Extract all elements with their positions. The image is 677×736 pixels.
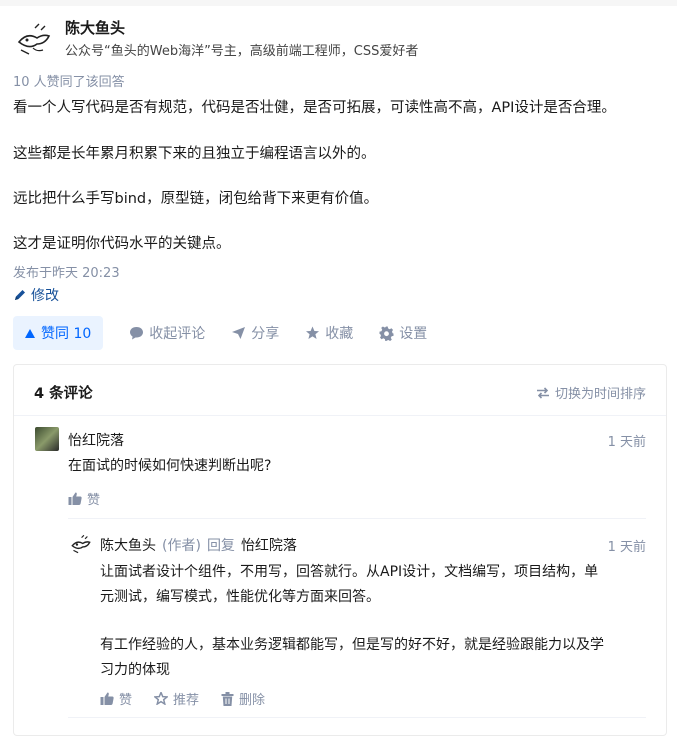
- star-icon: [305, 326, 320, 340]
- comment-author[interactable]: 怡红院落: [68, 430, 124, 450]
- comments-header: 4 条评论 切换为时间排序: [14, 365, 666, 416]
- reply-time: 1 天前: [607, 540, 646, 555]
- sort-toggle-button[interactable]: 切换为时间排序: [536, 383, 646, 402]
- answer-paragraph: 这些都是长年累月积累下来的且独立于编程语言以外的。: [13, 146, 376, 162]
- comment-divider: [68, 717, 646, 718]
- collapse-comments-button[interactable]: 收起评论: [129, 323, 205, 343]
- delete-button[interactable]: 删除: [221, 689, 265, 708]
- thumbs-up-icon: [100, 692, 114, 705]
- answer-paragraph: 这才是证明你代码水平的关键点。: [13, 236, 231, 252]
- answer-paragraph: 远比把什么手写bind，原型链，闭包给背下来更有价值。: [13, 191, 379, 207]
- recommend-label: 推荐: [173, 693, 200, 708]
- delete-label: 删除: [239, 693, 266, 708]
- reply-text-line: 有工作经验的人，基本业务逻辑都能写，但是写的好不好，就是经验跟能力以及学: [100, 637, 604, 653]
- paper-plane-icon: [231, 326, 246, 340]
- reply-actions: 赞 推荐 删除: [100, 689, 265, 708]
- sort-label: 切换为时间排序: [554, 387, 646, 402]
- reply-text-line: 习力的体现: [100, 662, 170, 678]
- comment-bubble-icon: [129, 326, 144, 340]
- publish-time[interactable]: 发布于昨天 20:23: [13, 262, 120, 281]
- settings-label: 设置: [399, 326, 428, 342]
- author-bio: 公众号“鱼头的Web海洋”号主，高级前端工程师，CSS爱好者: [65, 44, 419, 59]
- author-name[interactable]: 陈大鱼头: [65, 17, 125, 38]
- share-button[interactable]: 分享: [231, 323, 279, 343]
- pencil-icon: [13, 288, 27, 302]
- action-bar: 赞同 10 收起评论 分享 收藏 设置: [13, 316, 427, 350]
- reply-author[interactable]: 陈大鱼头: [100, 535, 156, 555]
- comments-panel: 4 条评论 切换为时间排序 怡红院落 1 天前 在面试的时候如何快速判断出呢? …: [13, 364, 667, 736]
- gear-icon: [379, 326, 394, 341]
- thumbs-up-icon: [68, 492, 82, 505]
- author-avatar[interactable]: [15, 20, 53, 58]
- author-tag: (作者): [162, 538, 201, 554]
- reply-author-avatar[interactable]: [70, 533, 92, 555]
- reply-text-line: 元测试，编写模式，性能优化等方面来回答。: [100, 589, 380, 605]
- collect-button[interactable]: 收藏: [305, 323, 353, 343]
- edit-button[interactable]: 修改: [13, 285, 59, 305]
- collect-label: 收藏: [325, 326, 354, 342]
- swap-arrows-icon: [536, 386, 550, 399]
- upvote-summary[interactable]: 10 人赞同了该回答: [13, 71, 125, 90]
- commenter-avatar[interactable]: [35, 427, 59, 451]
- edit-label: 修改: [31, 288, 59, 304]
- reply-text-line: 让面试者设计个组件，不用写，回答就行。从API设计，文档编写，项目结构，单: [100, 564, 599, 580]
- fish-avatar-icon: [15, 20, 53, 58]
- vote-up-button[interactable]: 赞同 10: [13, 316, 104, 350]
- comment-divider: [68, 518, 646, 519]
- recommend-button[interactable]: 推荐: [154, 689, 199, 708]
- reply-meta: 陈大鱼头 (作者) 回复 怡红院落: [100, 535, 297, 555]
- like-label: 赞: [119, 693, 133, 708]
- fish-avatar-icon: [71, 534, 91, 554]
- star-icon: [154, 692, 169, 705]
- triangle-up-icon: [25, 328, 35, 338]
- share-label: 分享: [251, 326, 280, 342]
- collapse-label: 收起评论: [149, 326, 206, 342]
- answer-paragraph: 看一个人写代码是否有规范，代码是否壮健，是否可拓展，可读性高不高，API设计是否…: [13, 100, 616, 116]
- comment-text: 在面试的时候如何快速判断出呢?: [68, 458, 272, 474]
- trash-icon: [221, 691, 234, 706]
- reply-to-user[interactable]: 怡红院落: [241, 535, 297, 555]
- comment-like-button[interactable]: 赞: [68, 489, 100, 508]
- comment-time: 1 天前: [607, 435, 646, 450]
- like-label: 赞: [87, 493, 101, 508]
- reply-like-button[interactable]: 赞: [100, 689, 132, 708]
- settings-button[interactable]: 设置: [379, 323, 427, 343]
- vote-label: 赞同 10: [41, 326, 92, 342]
- comment-count: 4 条评论: [34, 386, 93, 402]
- reply-word: 回复: [206, 538, 235, 554]
- top-strip: [0, 0, 677, 6]
